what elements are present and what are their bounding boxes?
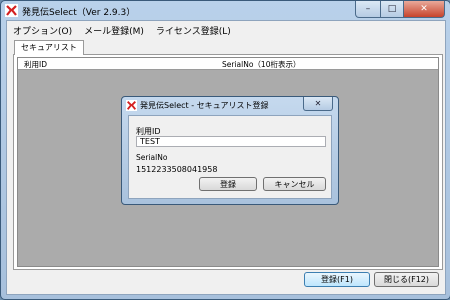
close-app-button[interactable]: 閉じる(F12) [374, 272, 439, 287]
column-header-user-id[interactable]: 利用ID [24, 59, 47, 70]
menu-option[interactable]: オプション(O) [7, 21, 78, 37]
serial-value: 1512233508041958 [136, 165, 218, 174]
dialog-register-button[interactable]: 登録 [199, 177, 257, 191]
close-button[interactable]: ✕ [404, 1, 445, 18]
secure-list-register-dialog: 発見伝Select - セキュアリスト登録 ✕ 利用ID SerialNo 15… [121, 96, 339, 205]
app-logo-icon [5, 4, 18, 17]
table-header: 利用ID SerialNo（10桁表示） [18, 58, 438, 70]
menu-license-register[interactable]: ライセンス登録(L) [150, 21, 237, 37]
minimize-button[interactable]: – [355, 1, 381, 18]
close-icon: ✕ [420, 4, 428, 14]
menu-bar: オプション(O) メール登録(M) ライセンス登録(L) [7, 21, 445, 37]
minimize-icon: – [365, 4, 371, 14]
maximize-button[interactable]: □ [381, 1, 404, 18]
title-bar[interactable]: 発見伝Select（Ver 2.9.3） – □ ✕ [1, 1, 450, 20]
menu-mail-register[interactable]: メール登録(M) [78, 21, 150, 37]
app-logo-icon [126, 100, 137, 111]
register-button[interactable]: 登録(F1) [304, 272, 370, 287]
user-id-input[interactable] [136, 136, 326, 147]
dialog-cancel-button[interactable]: キャンセル [263, 177, 326, 191]
column-header-serial[interactable]: SerialNo（10桁表示） [222, 59, 300, 70]
dialog-title: 発見伝Select - セキュアリスト登録 [140, 101, 269, 110]
tab-secure-list[interactable]: セキュアリスト [14, 40, 84, 55]
close-icon: ✕ [314, 99, 322, 108]
dialog-body: 利用ID SerialNo 1512233508041958 登録 キャンセル [128, 115, 332, 199]
window-title: 発見伝Select（Ver 2.9.3） [22, 8, 136, 18]
dialog-close-button[interactable]: ✕ [303, 97, 333, 111]
serial-label: SerialNo [136, 153, 168, 162]
caption-buttons: – □ ✕ [355, 1, 445, 18]
maximize-icon: □ [387, 4, 397, 14]
